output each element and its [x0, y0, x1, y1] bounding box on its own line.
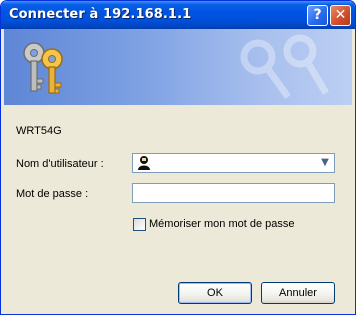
window-title: Connecter à 192.168.1.1 [9, 7, 192, 22]
close-button[interactable]: ✕ [330, 5, 351, 26]
login-dialog: Connecter à 192.168.1.1 ? ✕ WRT54G Nom d… [0, 0, 356, 315]
cancel-button[interactable]: Annuler [261, 282, 335, 304]
dialog-content: WRT54G Nom d'utilisateur : ▼ Mot de pass… [4, 105, 352, 311]
username-combobox[interactable]: ▼ [132, 153, 335, 173]
password-label: Mot de passe : [16, 188, 89, 200]
keys-icon [23, 42, 63, 94]
server-name: WRT54G [16, 125, 62, 137]
remember-password-checkbox[interactable] [133, 218, 146, 231]
title-bar[interactable]: Connecter à 192.168.1.1 ? ✕ [1, 1, 355, 29]
keys-watermark-icon [240, 34, 330, 100]
ok-button[interactable]: OK [178, 282, 252, 304]
dialog-banner [4, 29, 352, 105]
password-input[interactable] [132, 183, 335, 203]
remember-password-label[interactable]: Mémoriser mon mot de passe [149, 218, 295, 230]
username-label: Nom d'utilisateur : [16, 158, 104, 170]
user-icon [138, 156, 150, 170]
chevron-down-icon[interactable]: ▼ [317, 155, 333, 171]
help-button[interactable]: ? [307, 5, 328, 26]
